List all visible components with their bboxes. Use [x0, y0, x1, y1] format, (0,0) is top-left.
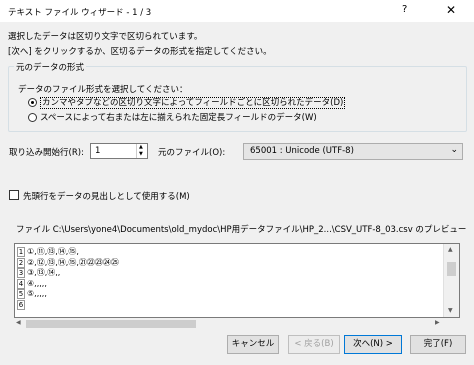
row-text: ④,,,,, — [27, 278, 47, 288]
spin-down-icon[interactable]: ▼ — [139, 151, 143, 157]
vertical-scroll-thumb[interactable] — [447, 262, 456, 276]
row-number: 6 — [17, 299, 25, 310]
window-title: テキスト ファイル ウィザード - 1 / 3 — [8, 8, 152, 18]
start-row-label: 取り込み開始行(R): — [9, 148, 84, 158]
row-number: 1 — [17, 247, 25, 257]
row-text: ⑤,,,,, — [27, 289, 47, 298]
file-origin-value: 65001 : Unicode (UTF-8) — [250, 146, 354, 156]
preview-row: 6 — [17, 299, 119, 311]
fixed-width-radio-label[interactable]: スペースによって右または左に揃えられた固定長フィールドのデータ(W) — [40, 111, 317, 123]
delimited-radio[interactable] — [28, 98, 37, 107]
close-button[interactable]: ✕ — [446, 3, 456, 17]
preview-caption: ファイル C:\Users\yone4\Documents\old_mydoc\… — [16, 225, 467, 235]
start-row-spinner[interactable]: 1 ▲ ▼ — [90, 143, 148, 159]
preview-row: 5 ⑤,,,,, — [17, 289, 119, 300]
scroll-left-icon[interactable]: ◀ — [16, 319, 21, 326]
file-origin-select[interactable]: 65001 : Unicode (UTF-8) ⌄ — [243, 143, 463, 160]
file-origin-label: 元のファイル(O): — [158, 148, 226, 158]
intro-line-1: 選択したデータは区切り文字で区切られています。 — [8, 32, 203, 42]
back-button[interactable]: < 戻る(B) — [288, 335, 340, 354]
scroll-up-icon[interactable]: ▲ — [448, 246, 453, 253]
start-row-value[interactable]: 1 — [95, 146, 100, 156]
row-number: 3 — [17, 268, 25, 278]
delimited-radio-label[interactable]: カンマやタブなどの区切り文字によってフィールドごとに区切られたデータ(D) — [40, 96, 346, 109]
preview-pane[interactable]: 1 ①,⑪,⑬,⑭,⑮, 2 ②,⑫,⑬,⑭,⑮,㉑㉒㉓㉔㉕ 3 ③,⑬,⑭,, 4④… — [14, 243, 460, 318]
original-format-group-label: 元のデータの形式 — [14, 61, 87, 73]
row-number: 2 — [17, 257, 25, 268]
scroll-down-icon[interactable]: ▼ — [448, 307, 453, 314]
spin-buttons[interactable]: ▲ ▼ — [136, 144, 147, 158]
fixed-width-radio[interactable] — [28, 113, 37, 122]
preview-horizontal-scrollbar[interactable]: ◀ ▶ — [14, 318, 445, 330]
row-number: 4 — [17, 278, 25, 289]
row-text: ③,⑬,⑭,, — [27, 268, 61, 277]
row-text: ②,⑫,⑬,⑭,⑮,㉑㉒㉓㉔㉕ — [27, 257, 119, 267]
preview-vertical-scrollbar[interactable]: ▲ ▼ — [443, 244, 459, 317]
scroll-right-icon[interactable]: ▶ — [435, 319, 440, 326]
preview-row: 1 ①,⑪,⑬,⑭,⑮, — [17, 247, 119, 258]
header-row-checkbox[interactable] — [9, 190, 19, 200]
header-row-checkbox-label[interactable]: 先頭行をデータの見出しとして使用する(M) — [23, 190, 190, 202]
preview-rows: 1 ①,⑪,⑬,⑭,⑮, 2 ②,⑫,⑬,⑭,⑮,㉑㉒㉓㉔㉕ 3 ③,⑬,⑭,, 4④… — [17, 247, 119, 310]
finish-button[interactable]: 完了(F) — [410, 335, 466, 354]
next-button[interactable]: 次へ(N) > — [344, 335, 402, 354]
format-prompt: データのファイル形式を選択してください： — [18, 85, 188, 95]
preview-row: 3 ③,⑬,⑭,, — [17, 268, 119, 279]
intro-line-2: [次へ] をクリックするか、区切るデータの形式を指定してください。 — [8, 47, 272, 57]
cancel-button[interactable]: キャンセル — [227, 335, 279, 354]
row-text: ①,⑪,⑬,⑭,⑮, — [27, 247, 79, 256]
spin-up-icon[interactable]: ▲ — [139, 144, 143, 150]
preview-row: 4 ④,,,,, — [17, 278, 119, 290]
chevron-down-icon[interactable]: ⌄ — [450, 145, 458, 155]
help-button[interactable]: ? — [402, 4, 407, 15]
row-number: 5 — [17, 289, 25, 299]
preview-row: 2 ②,⑫,⑬,⑭,⑮,㉑㉒㉓㉔㉕ — [17, 257, 119, 269]
horizontal-scroll-thumb[interactable] — [26, 320, 196, 328]
